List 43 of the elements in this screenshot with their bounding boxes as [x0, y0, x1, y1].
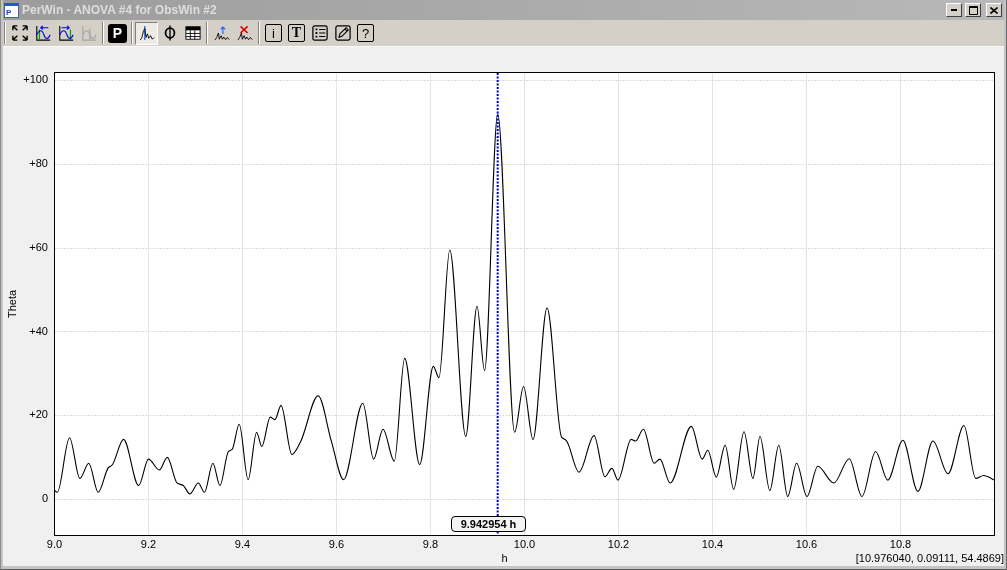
maximize-button[interactable] — [965, 3, 981, 17]
text-button[interactable]: T — [288, 24, 305, 42]
y-tick-label: +60 — [29, 240, 48, 254]
graph-right-arrow-icon — [57, 25, 74, 41]
x-tick-label: 9.2 — [140, 538, 157, 551]
y-tick-label: +40 — [29, 324, 48, 338]
y-tick-label: +80 — [29, 156, 48, 170]
peak-graph-icon — [138, 25, 155, 41]
maximize-icon — [968, 5, 978, 15]
y-tick-label: 0 — [41, 492, 48, 506]
cursor-label: 9.942954 h — [450, 516, 527, 532]
table-icon — [184, 25, 201, 41]
x-tick-label: 9.4 — [234, 538, 251, 551]
minimize-button[interactable] — [946, 3, 962, 17]
x-tick-label: 10.2 — [607, 538, 630, 551]
peak-graph-arrow-icon — [213, 25, 230, 41]
window-title: PerWin - ANOVA #4 for ObsWin #2 — [22, 3, 218, 17]
minimize-icon — [951, 9, 957, 11]
app-icon: P — [4, 2, 19, 18]
info-button[interactable]: i — [265, 24, 282, 42]
help-button[interactable]: ? — [357, 24, 374, 42]
list-icon — [311, 25, 328, 41]
y-tick-label: +100 — [23, 72, 48, 86]
x-tick-label: 10.8 — [889, 538, 912, 551]
cursor-readout: [10.976040, 0.09111, 54.4869] — [855, 552, 1005, 565]
x-tick-label: 9.6 — [328, 538, 345, 551]
close-icon — [990, 6, 998, 14]
close-button[interactable] — [986, 3, 1002, 17]
x-tick-label: 10.4 — [701, 538, 724, 551]
x-tick-label: 9.8 — [422, 538, 439, 551]
graph-left-arrow-icon — [34, 25, 51, 41]
y-tick-label: +20 — [29, 408, 48, 422]
expand-icon — [11, 25, 28, 41]
x-tick-label: 9.0 — [46, 538, 63, 551]
x-axis-title: h — [501, 552, 508, 565]
y-axis-title: Theta — [6, 289, 18, 319]
p-button[interactable]: P — [108, 23, 127, 43]
x-tick-label: 10.0 — [513, 538, 536, 551]
periodogram-button[interactable] — [135, 21, 158, 45]
pencil-icon — [334, 25, 351, 41]
peak-graph-cross-icon — [236, 25, 253, 41]
graph-icon — [80, 25, 97, 41]
x-tick-label: 10.6 — [795, 538, 818, 551]
